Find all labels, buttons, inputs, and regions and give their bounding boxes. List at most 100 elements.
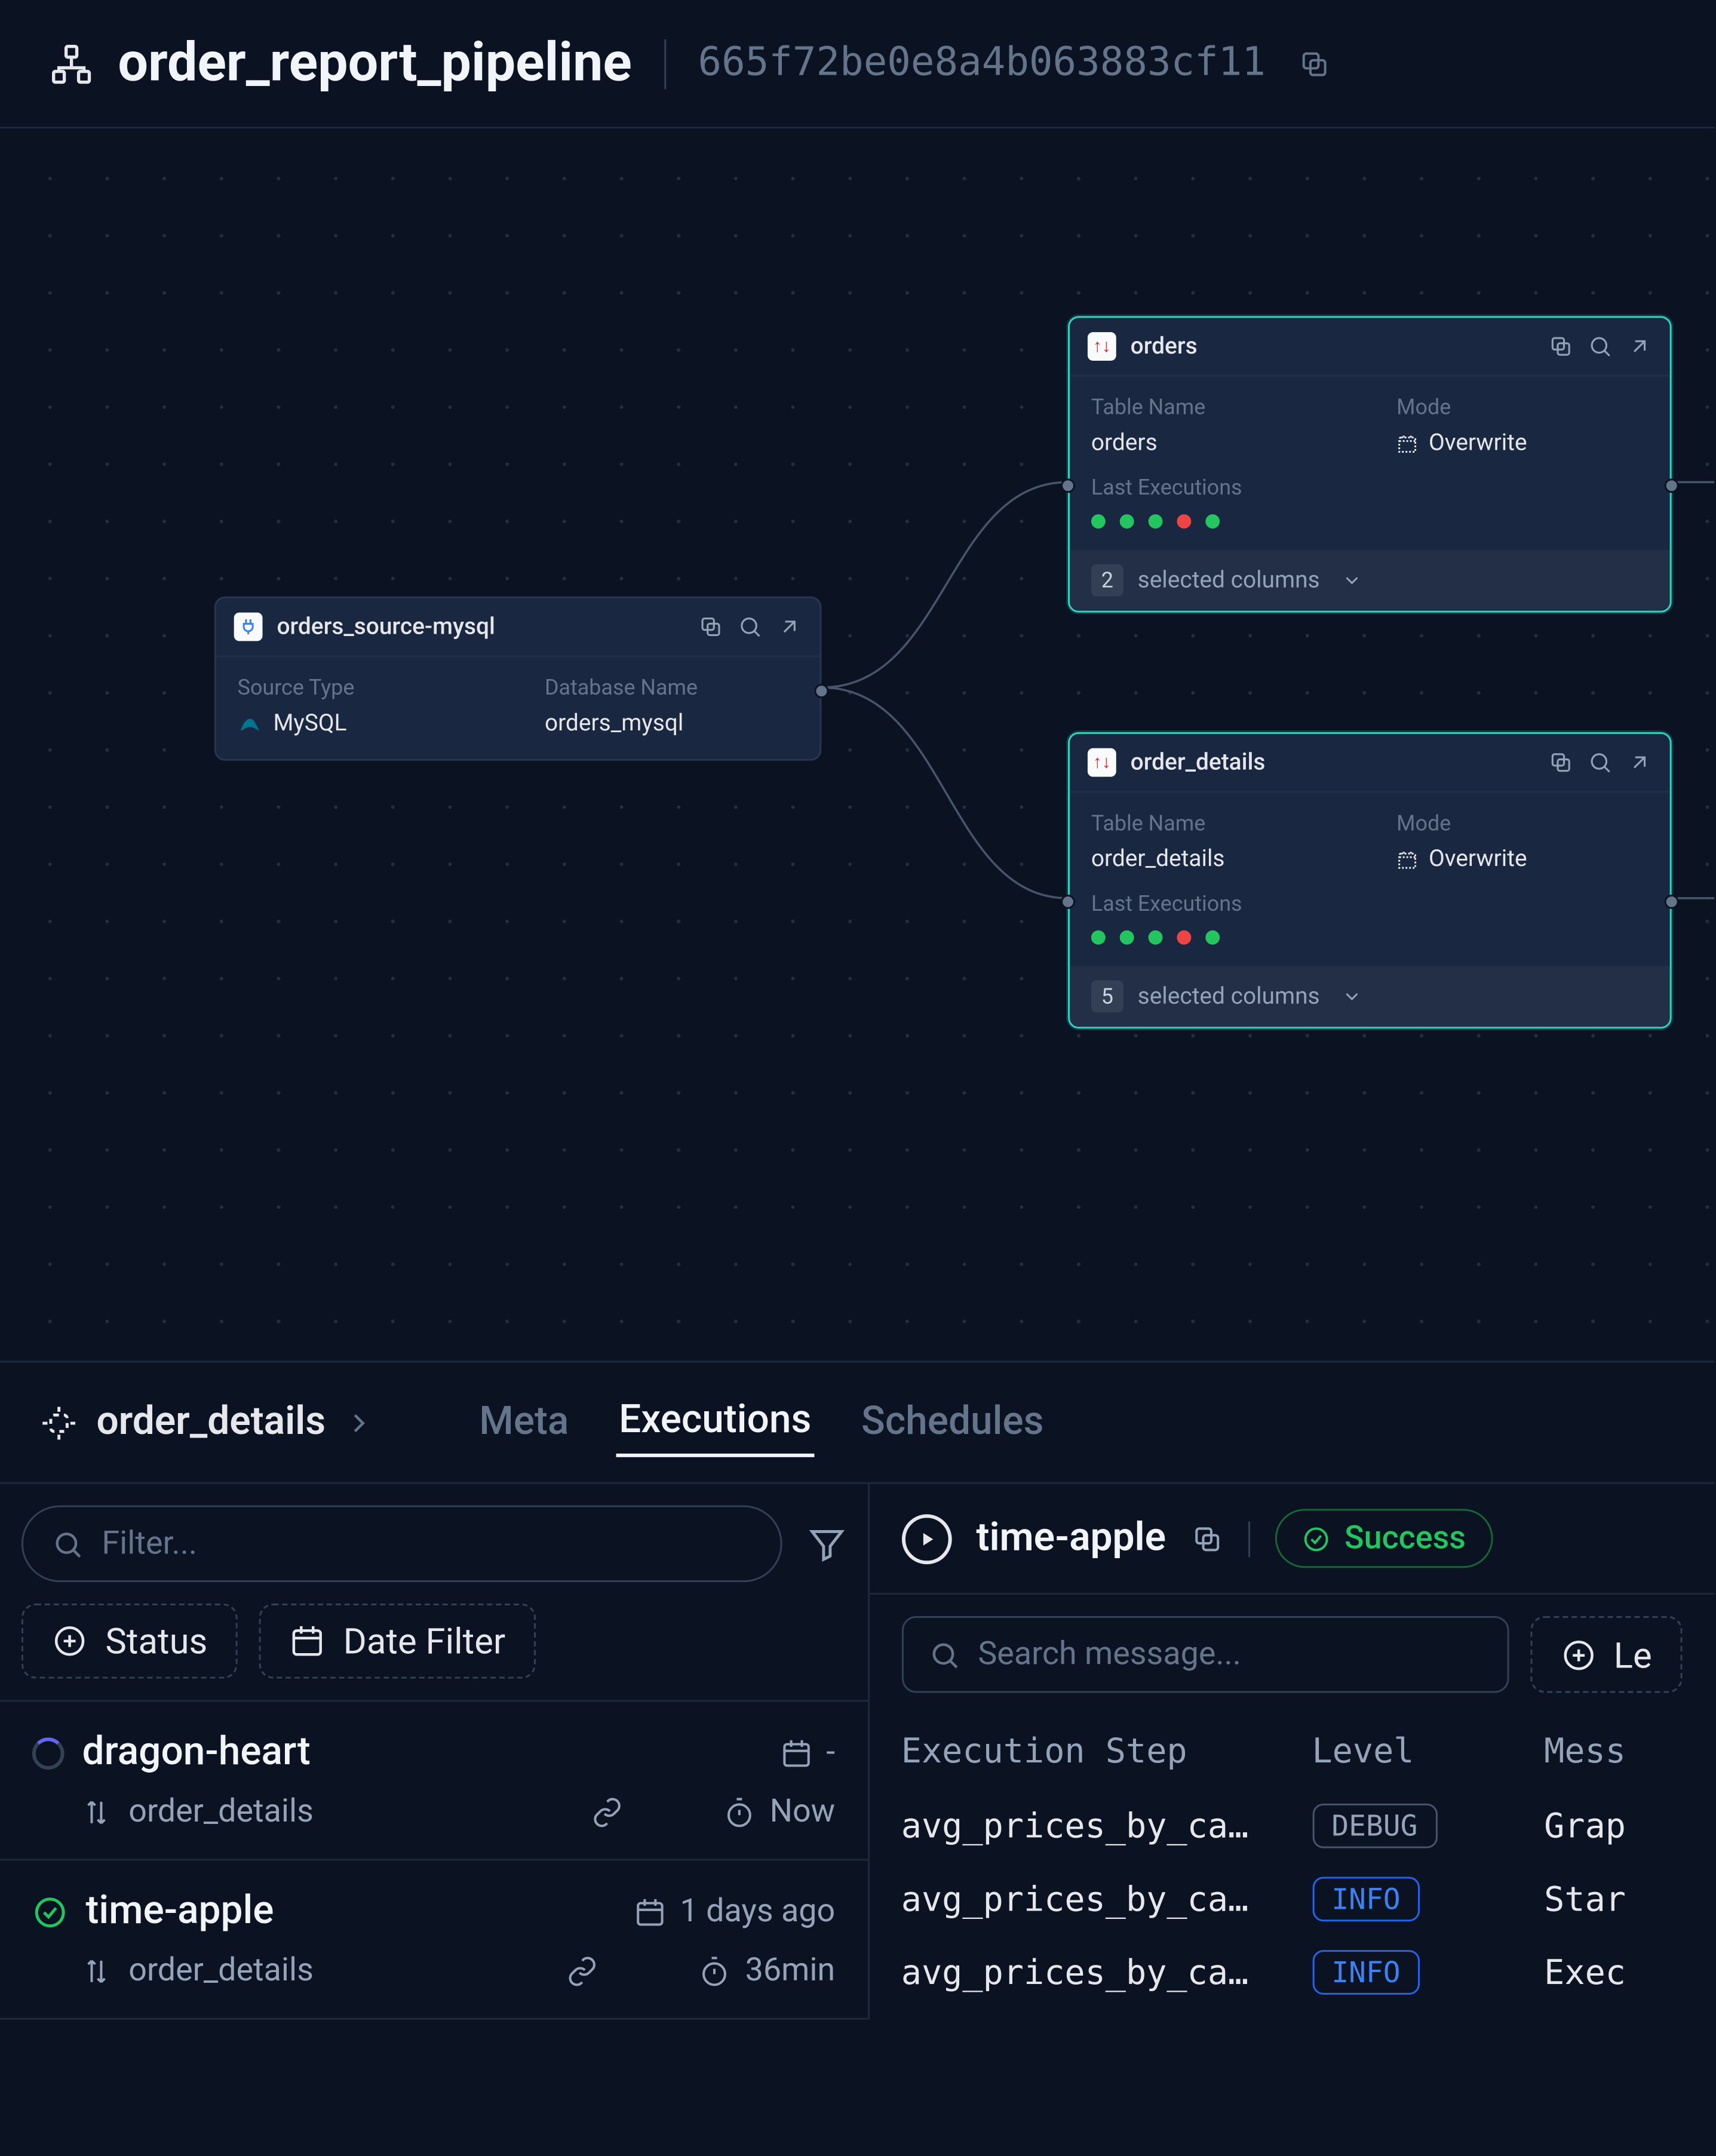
- source-type-value: MySQL: [238, 711, 492, 738]
- status-dot: [1120, 930, 1134, 945]
- mode-value: Overwrite: [1396, 846, 1649, 873]
- details-panel: order_details Meta Executions Schedules …: [0, 1360, 1714, 2019]
- selected-columns-toggle[interactable]: 2 selected columns: [1070, 550, 1670, 611]
- execution-duration: Now: [770, 1793, 836, 1831]
- execution-title: time-apple: [976, 1516, 1166, 1561]
- node-copy-button[interactable]: [1548, 750, 1573, 775]
- node-title: order_details: [1131, 749, 1534, 776]
- status-dot: [1205, 930, 1220, 945]
- log-table-header: Execution Step Level Mess: [901, 1714, 1683, 1789]
- execution-item[interactable]: dragon-heart - order_details Now: [0, 1702, 867, 1860]
- search-message-input[interactable]: Search message...: [901, 1616, 1509, 1693]
- log-step: avg_prices_by_ca…: [901, 1953, 1276, 1992]
- calendar-icon: [780, 1737, 812, 1769]
- node-copy-button[interactable]: [698, 615, 723, 640]
- mode-label: Mode: [1396, 395, 1649, 420]
- pipeline-name: order_report_pipeline: [118, 32, 632, 95]
- selected-columns-toggle[interactable]: 5 selected columns: [1070, 966, 1670, 1027]
- last-exec-label: Last Executions: [1091, 891, 1649, 916]
- node-search-button[interactable]: [738, 615, 763, 640]
- log-level-badge: INFO: [1312, 1950, 1420, 1995]
- table-name-label: Table Name: [1091, 395, 1343, 420]
- selected-columns-label: selected columns: [1138, 567, 1320, 594]
- execution-name: time-apple: [86, 1889, 274, 1934]
- copy-icon: [1191, 1522, 1223, 1555]
- log-level-badge: DEBUG: [1312, 1804, 1437, 1848]
- node-input-handle[interactable]: [1061, 895, 1075, 909]
- header-step: Execution Step: [901, 1732, 1276, 1771]
- date-filter-chip[interactable]: Date Filter: [259, 1604, 536, 1679]
- spinner-icon: [32, 1737, 65, 1769]
- status-dot: [1149, 514, 1163, 529]
- copy-exec-button[interactable]: [1191, 1522, 1223, 1555]
- table-name-value: order_details: [1091, 846, 1343, 873]
- node-order-details[interactable]: ↑↓ order_details Table Name order_detail…: [1068, 732, 1672, 1028]
- execution-subject: order_details: [128, 1793, 314, 1831]
- filter-placeholder: Filter...: [102, 1525, 197, 1562]
- db-name-value: orders_mysql: [545, 711, 799, 738]
- calendar-icon: [634, 1896, 666, 1928]
- pipeline-canvas[interactable]: orders_source-mysql Source Type MySQL Da…: [0, 128, 1714, 1360]
- node-copy-button[interactable]: [1548, 334, 1573, 359]
- node-output-handle[interactable]: [1665, 895, 1679, 909]
- node-open-button[interactable]: [777, 615, 802, 640]
- node-output-handle[interactable]: [1665, 478, 1679, 493]
- divider: [664, 38, 666, 88]
- tab-meta[interactable]: Meta: [475, 1389, 572, 1455]
- play-icon: [901, 1513, 951, 1564]
- filter-input[interactable]: Filter...: [22, 1506, 782, 1583]
- panel-tabs: order_details Meta Executions Schedules: [0, 1362, 1714, 1484]
- node-orders[interactable]: ↑↓ orders Table Name orders Mode Overwri…: [1068, 316, 1672, 612]
- chevron-down-icon: [1342, 985, 1363, 1007]
- node-search-button[interactable]: [1588, 334, 1613, 359]
- tab-executions[interactable]: Executions: [615, 1387, 815, 1457]
- breadcrumb-label: order_details: [96, 1400, 326, 1445]
- search-placeholder: Search message...: [978, 1636, 1241, 1673]
- log-message: Star: [1544, 1879, 1682, 1919]
- node-output-handle[interactable]: [814, 684, 828, 698]
- selected-columns-label: selected columns: [1138, 983, 1320, 1010]
- log-row[interactable]: avg_prices_by_ca… DEBUG Grap: [901, 1789, 1683, 1863]
- copy-hash-button[interactable]: [1298, 47, 1330, 79]
- execution-list: dragon-heart - order_details Now time-ap…: [0, 1700, 867, 2019]
- mode-value: Overwrite: [1396, 431, 1649, 457]
- node-input-handle[interactable]: [1061, 478, 1075, 493]
- node-search-button[interactable]: [1588, 750, 1613, 775]
- target-icon: [39, 1403, 79, 1442]
- log-row[interactable]: avg_prices_by_ca… INFO Star: [901, 1863, 1683, 1936]
- tab-schedules[interactable]: Schedules: [858, 1389, 1047, 1455]
- breadcrumb[interactable]: order_details: [39, 1400, 376, 1445]
- header-message: Mess: [1544, 1732, 1682, 1771]
- arrows-icon: [82, 1797, 111, 1826]
- status-dot: [1177, 514, 1191, 529]
- node-open-button[interactable]: [1627, 334, 1652, 359]
- node-orders-source-mysql[interactable]: orders_source-mysql Source Type MySQL Da…: [214, 597, 822, 761]
- check-circle-icon: [32, 1894, 68, 1930]
- log-step: avg_prices_by_ca…: [901, 1879, 1276, 1919]
- link-icon[interactable]: [567, 1955, 599, 1987]
- link-icon[interactable]: [591, 1795, 624, 1828]
- level-filter-chip[interactable]: Le: [1530, 1616, 1682, 1693]
- execution-subject: order_details: [128, 1952, 314, 1989]
- status-dot: [1177, 930, 1191, 945]
- log-row[interactable]: avg_prices_by_ca… INFO Exec: [901, 1936, 1683, 2009]
- pipeline-hash: 665f72be0e8a4b063883cf11: [698, 41, 1265, 86]
- stopwatch-icon: [723, 1795, 756, 1828]
- status-badge: Success: [1275, 1509, 1492, 1568]
- mysql-icon: [238, 712, 263, 737]
- node-open-button[interactable]: [1627, 750, 1652, 775]
- search-icon: [928, 1638, 960, 1670]
- table-name-label: Table Name: [1091, 810, 1343, 836]
- execution-item[interactable]: time-apple 1 days ago order_details 36mi…: [0, 1861, 867, 2020]
- filter-button[interactable]: [806, 1524, 846, 1564]
- table-name-value: orders: [1091, 431, 1343, 457]
- column-count: 2: [1091, 564, 1123, 597]
- status-dot: [1205, 514, 1220, 529]
- status-dot: [1120, 514, 1134, 529]
- status-dot: [1149, 930, 1163, 945]
- check-circle-icon: [1301, 1524, 1330, 1553]
- transform-icon: ↑↓: [1088, 332, 1116, 361]
- status-filter-chip[interactable]: Status: [22, 1604, 238, 1679]
- mode-label: Mode: [1396, 810, 1649, 836]
- status-dot: [1091, 930, 1106, 945]
